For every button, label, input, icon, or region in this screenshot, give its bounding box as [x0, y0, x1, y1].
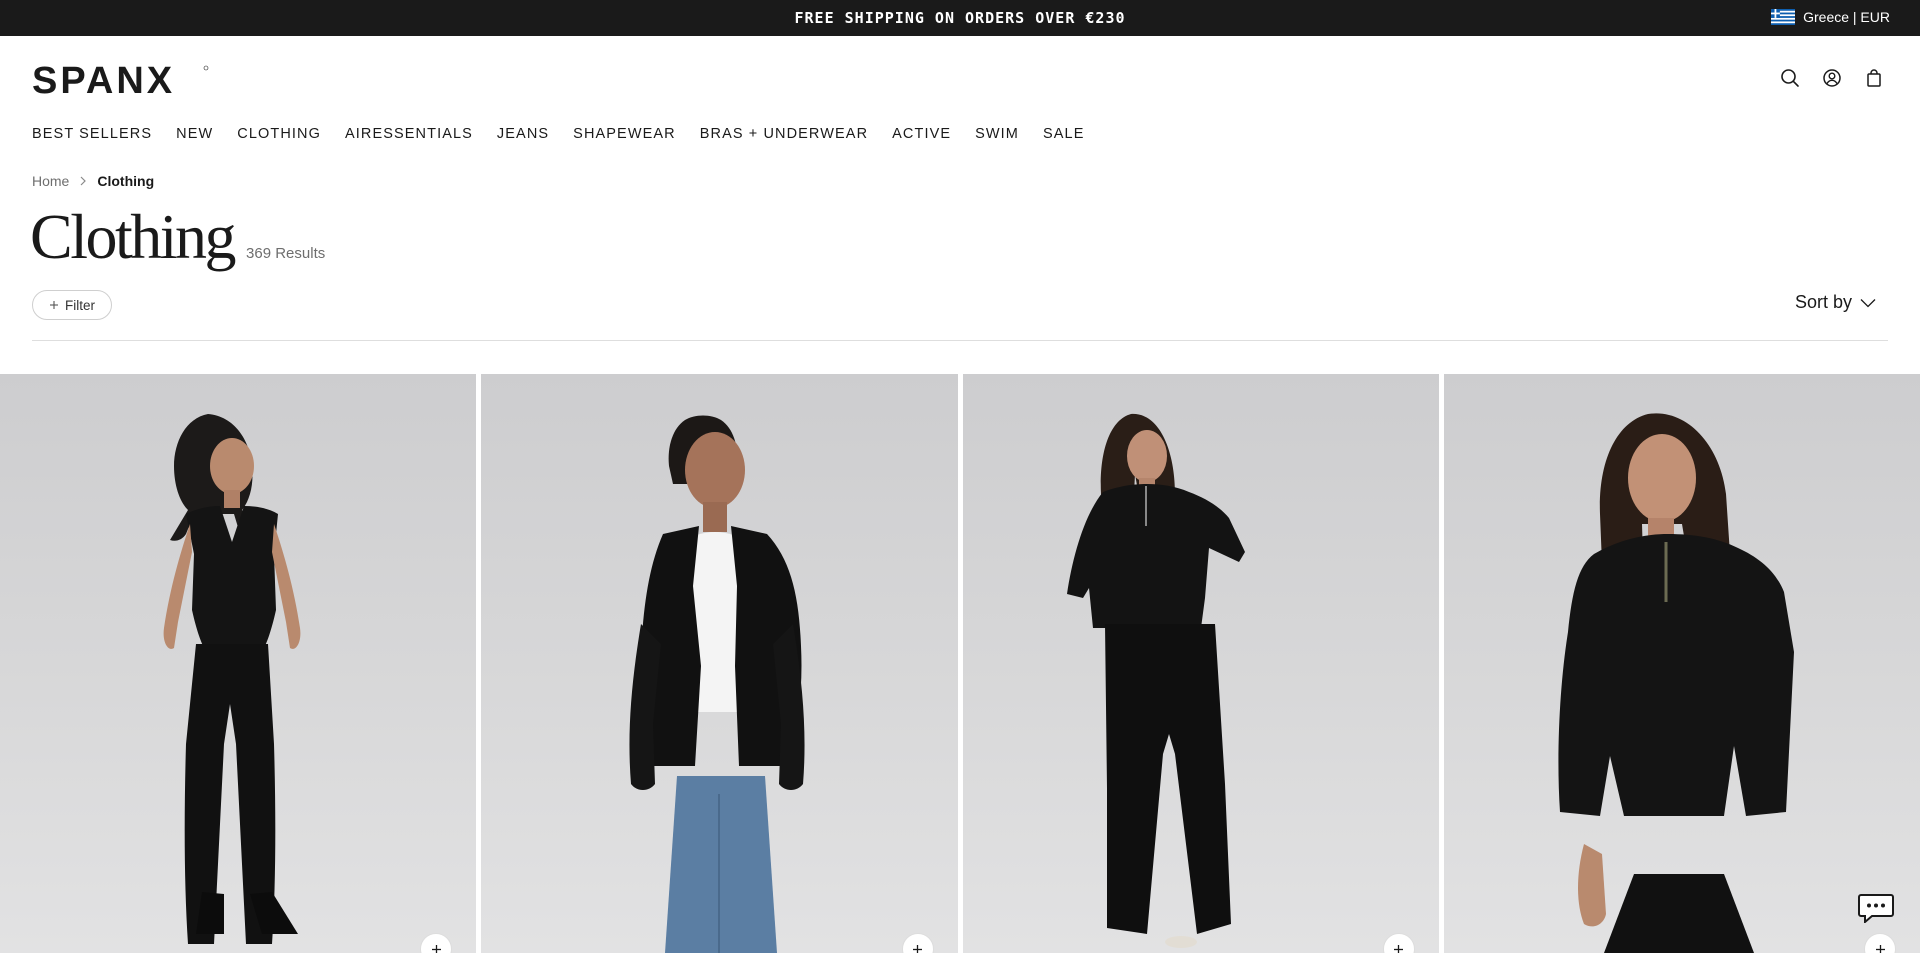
nav-item-shapewear[interactable]: SHAPEWEAR [573, 126, 676, 142]
filter-label: Filter [65, 297, 95, 313]
results-count: 369 Results [246, 245, 326, 262]
nav-item-bras-underwear[interactable]: BRAS + UNDERWEAR [700, 126, 868, 142]
announcement-text: FREE SHIPPING ON ORDERS OVER €230 [794, 9, 1126, 27]
search-icon[interactable] [1780, 68, 1800, 88]
nav-item-active[interactable]: ACTIVE [892, 126, 951, 142]
plus-icon [1394, 944, 1404, 953]
plus-icon [50, 301, 58, 309]
plus-icon [431, 944, 441, 953]
header-actions [1780, 68, 1884, 88]
spanx-logo[interactable]: SPANX [32, 62, 212, 96]
locale-label: Greece | EUR [1803, 9, 1890, 25]
product-grid [0, 374, 1920, 953]
product-card[interactable] [962, 374, 1439, 953]
product-image [1066, 413, 1245, 948]
main-nav: BEST SELLERS NEW CLOTHING AIRESSENTIALS … [32, 126, 1108, 142]
announcement-bar: FREE SHIPPING ON ORDERS OVER €230 Greece… [0, 0, 1920, 36]
nav-item-new[interactable]: NEW [176, 126, 213, 142]
product-image [163, 414, 301, 944]
chevron-down-icon [1860, 298, 1876, 307]
product-card[interactable] [0, 374, 477, 953]
plus-icon [913, 944, 922, 953]
nav-item-best-sellers[interactable]: BEST SELLERS [32, 126, 152, 142]
product-image [1558, 413, 1794, 953]
product-card[interactable] [1443, 374, 1920, 953]
divider [32, 340, 1888, 341]
page-header: Clothing 369 Results [30, 200, 325, 274]
nav-item-airessentials[interactable]: AIRESSENTIALS [345, 126, 473, 142]
plus-icon [1875, 944, 1885, 953]
product-image [629, 415, 805, 953]
sort-label: Sort by [1794, 292, 1852, 312]
chevron-right-icon [80, 176, 87, 186]
account-icon[interactable] [1822, 68, 1842, 88]
sort-dropdown[interactable]: Sort by [1795, 292, 1876, 313]
breadcrumb-current: Clothing [97, 173, 155, 189]
breadcrumb: Home Clothing [32, 173, 154, 189]
cart-icon[interactable] [1864, 68, 1884, 88]
chat-icon[interactable] [1858, 893, 1894, 923]
nav-item-swim[interactable]: SWIM [975, 126, 1019, 142]
nav-item-sale[interactable]: SALE [1043, 126, 1084, 142]
product-card[interactable] [481, 374, 958, 953]
nav-item-clothing[interactable]: CLOTHING [237, 126, 321, 142]
breadcrumb-home[interactable]: Home [32, 173, 69, 189]
locale-selector[interactable]: Greece | EUR [1771, 9, 1890, 25]
nav-item-jeans[interactable]: JEANS [497, 126, 549, 142]
logo-text: SPANX [32, 62, 175, 96]
page-title: Clothing [30, 201, 237, 272]
filter-button[interactable]: Filter [32, 290, 112, 320]
greece-flag-icon [1771, 9, 1796, 25]
